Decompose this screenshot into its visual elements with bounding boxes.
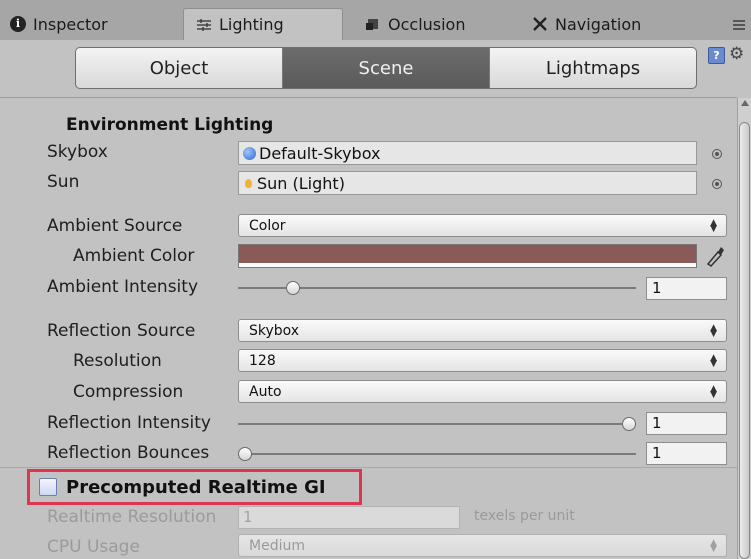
ambient-intensity-field[interactable]: 1 bbox=[646, 277, 727, 300]
segment-lightmaps[interactable]: Lightmaps bbox=[489, 48, 696, 88]
tab-occlusion[interactable]: Occlusion bbox=[365, 8, 465, 40]
realtime-resolution-field[interactable]: 1 bbox=[238, 506, 460, 529]
tab-lighting-label: Lighting bbox=[219, 15, 284, 34]
ambient-intensity-slider[interactable] bbox=[238, 280, 636, 296]
tab-lighting[interactable]: Lighting bbox=[183, 8, 343, 40]
dropdown-arrows-icon: ▲ ▼ bbox=[710, 218, 717, 234]
sun-field[interactable]: Sun (Light) bbox=[238, 171, 697, 195]
skybox-value: Default-Skybox bbox=[259, 143, 381, 163]
tab-inspector-label: Inspector bbox=[33, 14, 108, 34]
texels-per-unit-label: texels per unit bbox=[474, 508, 575, 524]
ambient-color-swatch[interactable] bbox=[238, 244, 697, 268]
lighting-mode-toolbar: Object Scene Lightmaps bbox=[75, 47, 697, 89]
sun-picker-icon[interactable] bbox=[712, 179, 722, 189]
info-icon: i bbox=[10, 16, 26, 32]
navigation-icon bbox=[532, 16, 548, 32]
dropdown-arrows-icon: ▲ ▼ bbox=[710, 538, 717, 554]
slider-knob[interactable] bbox=[286, 281, 300, 295]
scrollbar-thumb[interactable] bbox=[739, 122, 750, 559]
tab-navigation-label: Navigation bbox=[555, 14, 642, 34]
section-divider bbox=[0, 467, 737, 468]
compression-dropdown[interactable]: Auto ▲ ▼ bbox=[238, 380, 727, 403]
ambient-source-dropdown[interactable]: Color ▲ ▼ bbox=[238, 214, 727, 237]
realtime-gi-title: Precomputed Realtime GI bbox=[66, 477, 326, 498]
compression-label: Compression bbox=[73, 382, 184, 402]
skybox-label: Skybox bbox=[47, 142, 108, 162]
reflection-bounces-field[interactable]: 1 bbox=[646, 442, 727, 465]
resolution-value: 128 bbox=[249, 352, 276, 369]
tab-inspector[interactable]: i Inspector bbox=[10, 8, 108, 40]
dropdown-arrows-icon: ▲ ▼ bbox=[710, 323, 717, 339]
help-icon[interactable]: ? bbox=[708, 47, 725, 64]
reflection-source-value: Skybox bbox=[249, 322, 300, 339]
reflection-bounces-label: Reflection Bounces bbox=[47, 443, 210, 463]
ambient-intensity-label: Ambient Intensity bbox=[47, 277, 198, 297]
sun-label: Sun bbox=[47, 172, 80, 192]
cpu-usage-value: Medium bbox=[249, 537, 305, 554]
toolbar-divider bbox=[0, 97, 737, 98]
sun-value: Sun (Light) bbox=[257, 173, 345, 193]
slider-knob[interactable] bbox=[238, 447, 252, 461]
realtime-gi-checkbox[interactable] bbox=[39, 478, 57, 496]
slider-track bbox=[238, 423, 636, 425]
realtime-resolution-label: Realtime Resolution bbox=[47, 507, 217, 527]
compression-value: Auto bbox=[249, 383, 282, 400]
scroll-up-arrow-icon[interactable] bbox=[741, 100, 749, 106]
lighting-icon bbox=[196, 17, 212, 33]
ambient-source-value: Color bbox=[249, 217, 286, 234]
reflection-source-label: Reflection Source bbox=[47, 321, 196, 341]
cpu-usage-label: CPU Usage bbox=[47, 537, 140, 557]
reflection-intensity-slider[interactable] bbox=[238, 416, 636, 432]
ambient-source-label: Ambient Source bbox=[47, 216, 183, 236]
dropdown-arrows-icon: ▲ ▼ bbox=[710, 384, 717, 400]
segment-scene[interactable]: Scene bbox=[282, 48, 489, 88]
slider-track bbox=[238, 453, 636, 455]
reflection-intensity-field[interactable]: 1 bbox=[646, 412, 727, 435]
tab-navigation[interactable]: Navigation bbox=[532, 8, 641, 40]
reflection-intensity-label: Reflection Intensity bbox=[47, 413, 211, 433]
environment-lighting-header: Environment Lighting bbox=[66, 115, 274, 135]
eyedropper-icon[interactable] bbox=[704, 244, 726, 268]
tab-occlusion-label: Occlusion bbox=[388, 14, 466, 34]
skybox-field[interactable]: Default-Skybox bbox=[238, 141, 697, 165]
cpu-usage-dropdown[interactable]: Medium ▲ ▼ bbox=[238, 534, 727, 557]
slider-knob[interactable] bbox=[622, 417, 636, 431]
light-bulb-icon bbox=[243, 177, 254, 190]
resolution-dropdown[interactable]: 128 ▲ ▼ bbox=[238, 349, 727, 372]
dropdown-arrows-icon: ▲ ▼ bbox=[710, 353, 717, 369]
material-globe-icon bbox=[243, 146, 256, 160]
resolution-label: Resolution bbox=[73, 351, 162, 371]
reflection-source-dropdown[interactable]: Skybox ▲ ▼ bbox=[238, 319, 727, 342]
ambient-color-label: Ambient Color bbox=[73, 246, 195, 266]
reflection-bounces-slider[interactable] bbox=[238, 446, 636, 462]
segment-object[interactable]: Object bbox=[76, 48, 282, 88]
panel-menu-icon[interactable] bbox=[733, 20, 745, 30]
skybox-picker-icon[interactable] bbox=[712, 149, 722, 159]
gear-icon[interactable]: ⚙ bbox=[729, 44, 744, 64]
occlusion-icon bbox=[365, 16, 381, 32]
